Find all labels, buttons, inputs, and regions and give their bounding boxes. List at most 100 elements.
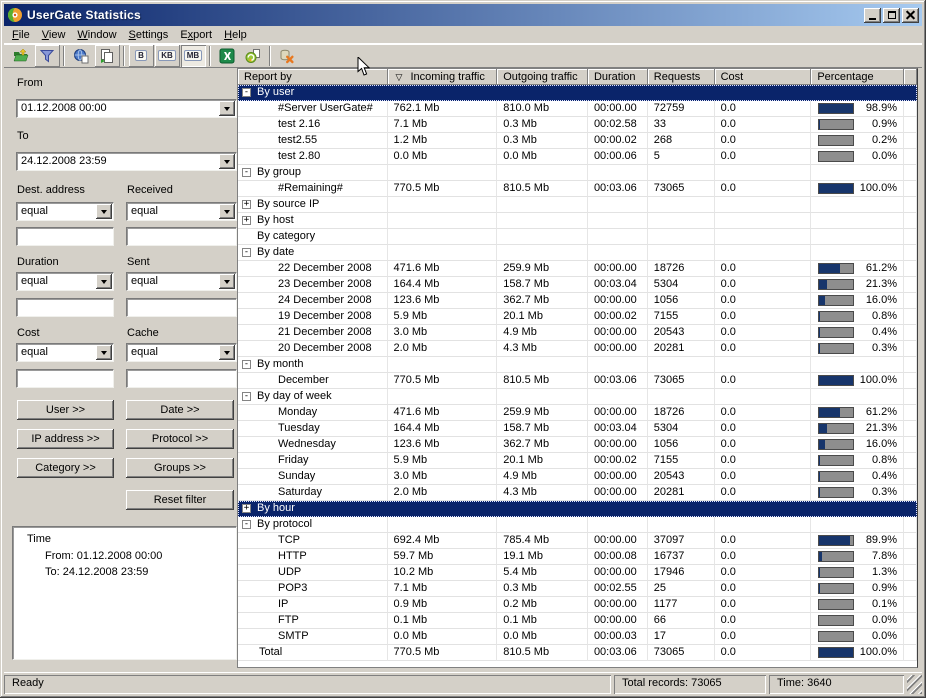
collapse-toggle-icon[interactable]: - — [242, 168, 251, 177]
table-row[interactable]: IP0.9 Mb0.2 Mb00:00.0011770.00.1% — [238, 597, 917, 613]
table-row[interactable]: Sunday3.0 Mb4.9 Mb00:00.00205430.00.4% — [238, 469, 917, 485]
column-header-duration[interactable]: Duration — [588, 69, 648, 85]
units-megabytes-button[interactable]: MB — [181, 45, 206, 67]
units-bytes-button[interactable]: B — [129, 45, 154, 67]
table-row[interactable]: +By source IP — [238, 197, 917, 213]
combo-arrow-icon[interactable] — [219, 101, 235, 116]
export-excel-button[interactable] — [215, 45, 240, 67]
sent-op-combo[interactable]: equal — [126, 272, 237, 291]
combo-arrow-icon[interactable] — [219, 204, 235, 219]
table-row[interactable]: -By protocol — [238, 517, 917, 533]
combo-arrow-icon[interactable] — [96, 204, 112, 219]
table-row[interactable]: TCP692.4 Mb785.4 Mb00:00.00370970.089.9% — [238, 533, 917, 549]
menu-settings[interactable]: Settings — [123, 27, 175, 43]
column-header-outgoing-traffic[interactable]: Outgoing traffic — [497, 69, 588, 85]
table-row[interactable]: By category — [238, 229, 917, 245]
cache-op-combo[interactable]: equal — [126, 343, 237, 362]
table-row[interactable]: 19 December 20085.9 Mb20.1 Mb00:00.02715… — [238, 309, 917, 325]
cache-input[interactable] — [126, 369, 237, 388]
received-input[interactable] — [126, 227, 237, 246]
category-filter-button[interactable]: Category >> — [17, 458, 114, 478]
table-row[interactable]: test2.551.2 Mb0.3 Mb00:00.022680.00.2% — [238, 133, 917, 149]
table-row[interactable]: Wednesday123.6 Mb362.7 Mb00:00.0010560.0… — [238, 437, 917, 453]
table-row[interactable]: HTTP59.7 Mb19.1 Mb00:00.08167370.07.8% — [238, 549, 917, 565]
collapse-toggle-icon[interactable]: - — [242, 392, 251, 401]
table-row[interactable]: 22 December 2008471.6 Mb259.9 Mb00:00.00… — [238, 261, 917, 277]
expand-toggle-icon[interactable]: + — [242, 504, 251, 513]
column-header-percentage[interactable]: Percentage — [811, 69, 904, 85]
column-header-empty[interactable] — [904, 69, 917, 85]
column-header-incoming-traffic[interactable]: ▽Incoming traffic — [388, 69, 498, 85]
resize-grip[interactable] — [907, 675, 922, 694]
title-bar[interactable]: UserGate Statistics — [4, 4, 922, 26]
table-row[interactable]: -By user — [238, 85, 917, 101]
cost-op-combo[interactable]: equal — [16, 343, 114, 362]
minimize-button[interactable] — [864, 8, 881, 23]
combo-arrow-icon[interactable] — [96, 345, 112, 360]
expand-toggle-icon[interactable]: + — [242, 216, 251, 225]
combo-arrow-icon[interactable] — [96, 274, 112, 289]
collapse-toggle-icon[interactable]: - — [242, 520, 251, 529]
column-header-requests[interactable]: Requests — [648, 69, 715, 85]
duration-op-combo[interactable]: equal — [16, 272, 114, 291]
table-row[interactable]: FTP0.1 Mb0.1 Mb00:00.00660.00.0% — [238, 613, 917, 629]
combo-arrow-icon[interactable] — [219, 274, 235, 289]
table-row[interactable]: UDP10.2 Mb5.4 Mb00:00.00179460.01.3% — [238, 565, 917, 581]
menu-export[interactable]: Export — [174, 27, 218, 43]
table-row[interactable]: #Server UserGate#762.1 Mb810.0 Mb00:00.0… — [238, 101, 917, 117]
refresh-button[interactable] — [241, 45, 266, 67]
table-row[interactable]: -By month — [238, 357, 917, 373]
table-row[interactable]: December770.5 Mb810.5 Mb00:03.06730650.0… — [238, 373, 917, 389]
column-header-report-by[interactable]: Report by — [238, 69, 388, 85]
table-row[interactable]: Total770.5 Mb810.5 Mb00:03.06730650.0100… — [238, 645, 917, 661]
table-row[interactable]: +By hour — [238, 501, 917, 517]
table-row[interactable]: 23 December 2008164.4 Mb158.7 Mb00:03.04… — [238, 277, 917, 293]
groups-filter-button[interactable]: Groups >> — [126, 458, 234, 478]
received-op-combo[interactable]: equal — [126, 202, 237, 221]
delete-button[interactable] — [275, 45, 300, 67]
user-filter-button[interactable]: User >> — [17, 400, 114, 420]
date-filter-button[interactable]: Date >> — [126, 400, 234, 420]
copy-view-button[interactable] — [95, 45, 120, 67]
from-date-combo[interactable]: 01.12.2008 00:00 — [16, 99, 237, 118]
close-button[interactable] — [902, 8, 919, 23]
menu-view[interactable]: View — [36, 27, 72, 43]
expand-toggle-icon[interactable]: + — [242, 200, 251, 209]
duration-input[interactable] — [16, 298, 114, 317]
combo-arrow-icon[interactable] — [219, 154, 235, 169]
column-header-cost[interactable]: Cost — [715, 69, 812, 85]
table-row[interactable]: Saturday2.0 Mb4.3 Mb00:00.00202810.00.3% — [238, 485, 917, 501]
table-row[interactable]: test 2.800.0 Mb0.0 Mb00:00.0650.00.0% — [238, 149, 917, 165]
ip-address-filter-button[interactable]: IP address >> — [17, 429, 114, 449]
sent-input[interactable] — [126, 298, 237, 317]
table-row[interactable]: 20 December 20082.0 Mb4.3 Mb00:00.002028… — [238, 341, 917, 357]
menu-help[interactable]: Help — [218, 27, 253, 43]
table-row[interactable]: Tuesday164.4 Mb158.7 Mb00:03.0453040.021… — [238, 421, 917, 437]
reset-filter-button[interactable]: Reset filter — [126, 490, 234, 510]
protocol-filter-button[interactable]: Protocol >> — [126, 429, 234, 449]
maximize-button[interactable] — [883, 8, 900, 23]
table-row[interactable]: 24 December 2008123.6 Mb362.7 Mb00:00.00… — [238, 293, 917, 309]
collapse-toggle-icon[interactable]: - — [242, 248, 251, 257]
to-date-combo[interactable]: 24.12.2008 23:59 — [16, 152, 237, 171]
table-row[interactable]: -By date — [238, 245, 917, 261]
table-row[interactable]: SMTP0.0 Mb0.0 Mb00:00.03170.00.0% — [238, 629, 917, 645]
dest-address-op-combo[interactable]: equal — [16, 202, 114, 221]
table-row[interactable]: -By day of week — [238, 389, 917, 405]
collapse-toggle-icon[interactable]: - — [242, 360, 251, 369]
table-row[interactable]: Monday471.6 Mb259.9 Mb00:00.00187260.061… — [238, 405, 917, 421]
combo-arrow-icon[interactable] — [219, 345, 235, 360]
table-row[interactable]: #Remaining#770.5 Mb810.5 Mb00:03.0673065… — [238, 181, 917, 197]
table-row[interactable]: test 2.167.1 Mb0.3 Mb00:02.58330.00.9% — [238, 117, 917, 133]
filter-button[interactable] — [35, 45, 60, 67]
menu-file[interactable]: File — [6, 27, 36, 43]
traffic-view-button[interactable] — [69, 45, 94, 67]
dest-address-input[interactable] — [16, 227, 114, 246]
table-row[interactable]: 21 December 20083.0 Mb4.9 Mb00:00.002054… — [238, 325, 917, 341]
collapse-toggle-icon[interactable]: - — [242, 88, 251, 97]
table-row[interactable]: +By host — [238, 213, 917, 229]
table-row[interactable]: -By group — [238, 165, 917, 181]
open-report-button[interactable] — [9, 45, 34, 67]
table-row[interactable]: POP37.1 Mb0.3 Mb00:02.55250.00.9% — [238, 581, 917, 597]
menu-window[interactable]: Window — [71, 27, 122, 43]
